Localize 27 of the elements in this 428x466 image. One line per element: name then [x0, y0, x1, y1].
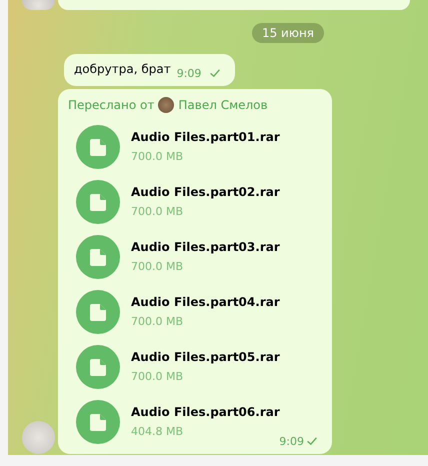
file-size: 700.0 MB	[131, 150, 184, 163]
file-name: Audio Files.part03.rar	[131, 240, 280, 254]
file-name: Audio Files.part05.rar	[131, 350, 280, 364]
file-size: 700.0 MB	[131, 260, 184, 273]
file-name: Audio Files.part02.rar	[131, 185, 280, 199]
file-name: Audio Files.part06.rar	[131, 405, 280, 419]
file-name: Audio Files.part04.rar	[131, 295, 280, 309]
file-size: 700.0 MB	[131, 370, 184, 383]
file-icon[interactable]	[76, 180, 120, 224]
avatar	[22, 0, 55, 10]
file-size: 700.0 MB	[131, 205, 184, 218]
file-size: 700.0 MB	[131, 315, 184, 328]
message-time: 9:09	[279, 435, 304, 448]
avatar	[22, 421, 55, 454]
file-icon[interactable]	[76, 124, 120, 168]
file-icon[interactable]	[76, 400, 120, 444]
file-icon[interactable]	[76, 344, 120, 388]
message-text: добрутра, брат	[74, 62, 171, 78]
forwarded-label: Переслано от	[68, 98, 154, 112]
avatar	[158, 97, 174, 113]
message-time: 9:09	[176, 67, 202, 80]
file-icon[interactable]	[76, 290, 120, 334]
file-icon[interactable]	[76, 234, 120, 278]
sender-name[interactable]: Павел Смелов	[178, 98, 268, 112]
date-badge: 15 июня	[252, 23, 324, 43]
file-name: Audio Files.part01.rar	[131, 130, 280, 144]
file-size: 404.8 MB	[131, 425, 184, 438]
